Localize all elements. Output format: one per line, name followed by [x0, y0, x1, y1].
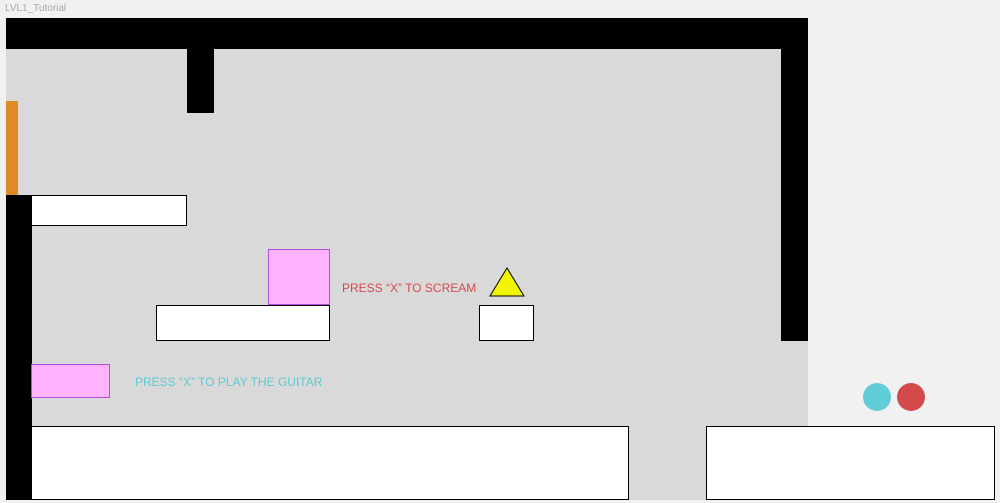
exit-door: [6, 101, 18, 195]
guitar-block: [31, 364, 110, 398]
small-platform: [479, 305, 534, 341]
right-wall: [781, 18, 808, 341]
left-wall: [6, 195, 32, 500]
game-stage: LVL1_Tutorial PRESS “X” TO SCREAM PRESS …: [0, 0, 1000, 503]
guitar-hint: PRESS “X” TO PLAY THE GUITAR: [135, 375, 323, 389]
floor-left: [31, 426, 629, 500]
floor-right: [706, 426, 995, 500]
ceiling-pillar: [187, 18, 214, 113]
triangle-pickup: [489, 267, 525, 297]
top-wall: [6, 18, 808, 49]
middle-platform: [156, 305, 330, 341]
triangle-icon: [489, 267, 525, 297]
upper-left-ledge: [31, 195, 187, 226]
scream-hint: PRESS “X” TO SCREAM: [342, 281, 477, 295]
level-title: LVL1_Tutorial: [5, 3, 67, 14]
scream-block: [268, 249, 330, 305]
red-player: [897, 383, 925, 411]
cyan-player: [863, 383, 891, 411]
